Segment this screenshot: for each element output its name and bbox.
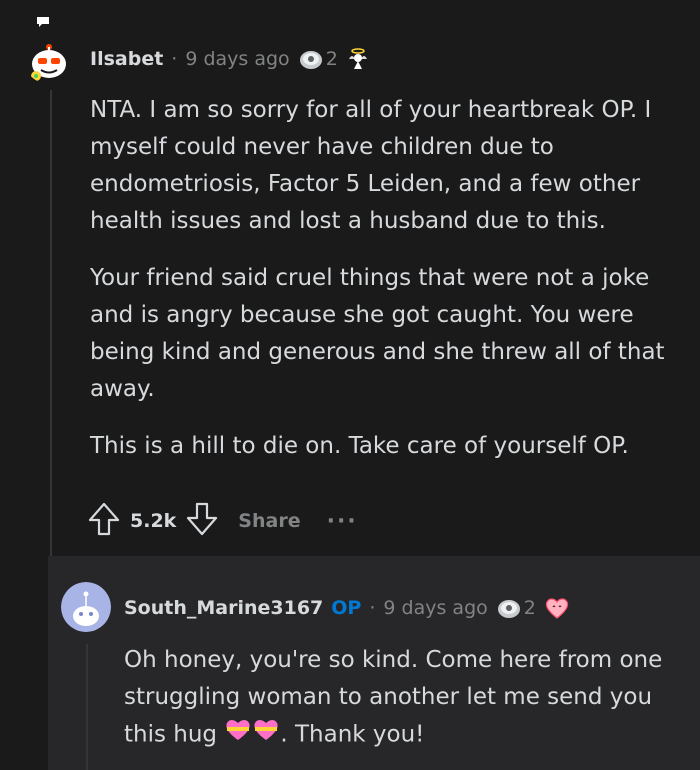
thread-line[interactable] [50, 90, 52, 556]
reply-paragraph: Oh honey, you're so kind. Come here from… [124, 642, 684, 754]
upvote-button[interactable] [88, 502, 120, 540]
username[interactable]: Ilsabet [90, 48, 163, 70]
silver-award-icon [497, 600, 520, 618]
comment-actions: 5.2k Share ··· [88, 502, 358, 540]
comment-body: NTA. I am so sorry for all of your heart… [90, 92, 690, 485]
comment-paragraph: This is a hill to die on. Take care of y… [90, 433, 629, 459]
award-silver[interactable]: 2 [496, 597, 536, 619]
award-angel[interactable] [346, 47, 370, 71]
angel-award-icon [348, 48, 367, 69]
timestamp[interactable]: 9 days ago [185, 48, 289, 70]
reply-meta: South_Marine3167 OP · 9 days ago 2 [124, 596, 570, 620]
username[interactable]: South_Marine3167 [124, 597, 323, 619]
downvote-button[interactable] [186, 502, 218, 540]
comment-paragraph: NTA. I am so sorry for all of your heart… [90, 97, 652, 234]
share-button[interactable]: Share [238, 510, 300, 532]
award-count: 2 [325, 48, 338, 70]
award-silver[interactable]: 2 [298, 48, 338, 70]
silver-award-icon [299, 51, 322, 69]
op-badge: OP [331, 597, 362, 619]
reply-body: Oh honey, you're so kind. Come here from… [124, 642, 684, 770]
wholesome-heart-award-icon [545, 598, 568, 619]
separator: · [369, 597, 376, 619]
comment: Ilsabet · 9 days ago 2 NTA. I am so sorr… [0, 0, 700, 556]
reply-text-end: . Thank you! [280, 721, 425, 748]
user-avatar[interactable] [24, 34, 74, 84]
comment-paragraph: Your friend said cruel things that were … [90, 265, 665, 402]
user-avatar[interactable] [61, 582, 111, 632]
downvote-arrow-icon [187, 502, 218, 536]
vote-count: 5.2k [130, 510, 177, 532]
timestamp[interactable]: 9 days ago [383, 597, 487, 619]
separator: · [171, 48, 178, 70]
award-wholesome[interactable] [544, 596, 570, 620]
thread-line[interactable] [86, 644, 88, 770]
more-options-button[interactable]: ··· [327, 509, 358, 534]
heart-gift-emoji [224, 716, 280, 754]
speech-icon [37, 17, 49, 27]
comment-meta: Ilsabet · 9 days ago 2 [90, 47, 370, 71]
reply-comment: South_Marine3167 OP · 9 days ago 2 Oh ho… [48, 556, 700, 770]
upvote-arrow-icon [88, 502, 120, 536]
award-count: 2 [523, 597, 536, 619]
